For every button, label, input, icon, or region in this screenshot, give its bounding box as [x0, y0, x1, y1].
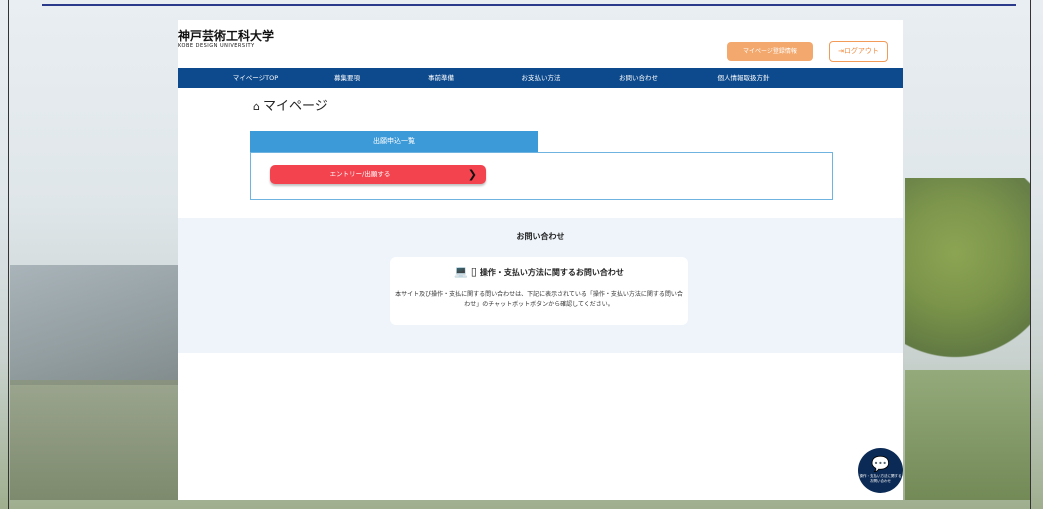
page-title-text: マイページ — [262, 99, 328, 114]
chat-bubbles-icon: 💬 — [871, 455, 890, 473]
mypage-info-button[interactable]: マイページ登録情報 — [727, 42, 813, 61]
contact-card-title: 💻 ▯ 操作・支払い方法に関するお問い合わせ — [390, 265, 688, 278]
main-nav: マイページTOP 募集要項 事前準備 お支払い方法 お問い合わせ 個人情報取扱方… — [178, 68, 903, 88]
background-ground-right — [905, 370, 1030, 500]
nav-item-guidelines[interactable]: 募集要項 — [303, 68, 391, 88]
contact-card-text: 本サイト及び操作・支払に関する問い合わせは、下記に表示されている「操作・支払い方… — [395, 291, 683, 308]
background-roof — [10, 265, 180, 385]
nav-item-preparation[interactable]: 事前準備 — [391, 68, 491, 88]
nav-item-payment[interactable]: お支払い方法 — [491, 68, 591, 88]
frame-left-border — [8, 0, 9, 509]
arrow-right-icon: ❯ — [467, 168, 477, 181]
main-panel: 神戸芸術工科大学 KOBE DESIGN UNIVERSITY マイページ登録情… — [178, 20, 903, 500]
home-icon: ⌂ — [253, 100, 260, 113]
background-ground-left — [10, 380, 180, 500]
laptop-icon: 💻 — [454, 265, 468, 278]
contact-heading: お問い合わせ — [516, 232, 565, 241]
university-logo[interactable]: 神戸芸術工科大学 KOBE DESIGN UNIVERSITY — [178, 29, 275, 50]
entry-apply-button[interactable]: エントリー/出願する ❯ — [270, 165, 486, 184]
contact-card-title-text: 操作・支払い方法に関するお問い合わせ — [479, 268, 624, 277]
contact-card: 💻 ▯ 操作・支払い方法に関するお問い合わせ 本サイト及び操作・支払に関する問い合わ… — [390, 257, 688, 325]
chatbot-button[interactable]: 💬 操作・支払い方法に関する お問い合わせ — [858, 448, 903, 493]
frame-top-border — [42, 4, 1016, 6]
frame-right-border — [1030, 0, 1031, 509]
nav-item-contact[interactable]: お問い合わせ — [591, 68, 686, 88]
logo-name-en: KOBE DESIGN UNIVERSITY — [178, 43, 255, 49]
nav-item-privacy[interactable]: 個人情報取扱方針 — [686, 68, 801, 88]
chatbot-label: 操作・支払い方法に関する お問い合わせ — [859, 474, 902, 483]
logo-name-jp: 神戸芸術工科大学 — [178, 29, 275, 43]
entry-apply-label: エントリー/出願する — [329, 170, 391, 178]
background-tree — [905, 178, 1030, 368]
contact-section: お問い合わせ 💻 ▯ 操作・支払い方法に関するお問い合わせ 本サイト及び操作・支払に… — [178, 218, 903, 353]
smartphone-icon: ▯ — [470, 265, 477, 278]
nav-item-mypage-top[interactable]: マイページTOP — [178, 68, 303, 88]
page-title: ⌂ マイページ — [253, 95, 328, 114]
tab-application-list[interactable]: 出願申込一覧 — [250, 131, 538, 152]
application-box: エントリー/出願する ❯ — [250, 152, 833, 200]
logout-button[interactable]: ⇥ログアウト — [829, 41, 888, 62]
logout-label: ログアウト — [843, 47, 879, 55]
